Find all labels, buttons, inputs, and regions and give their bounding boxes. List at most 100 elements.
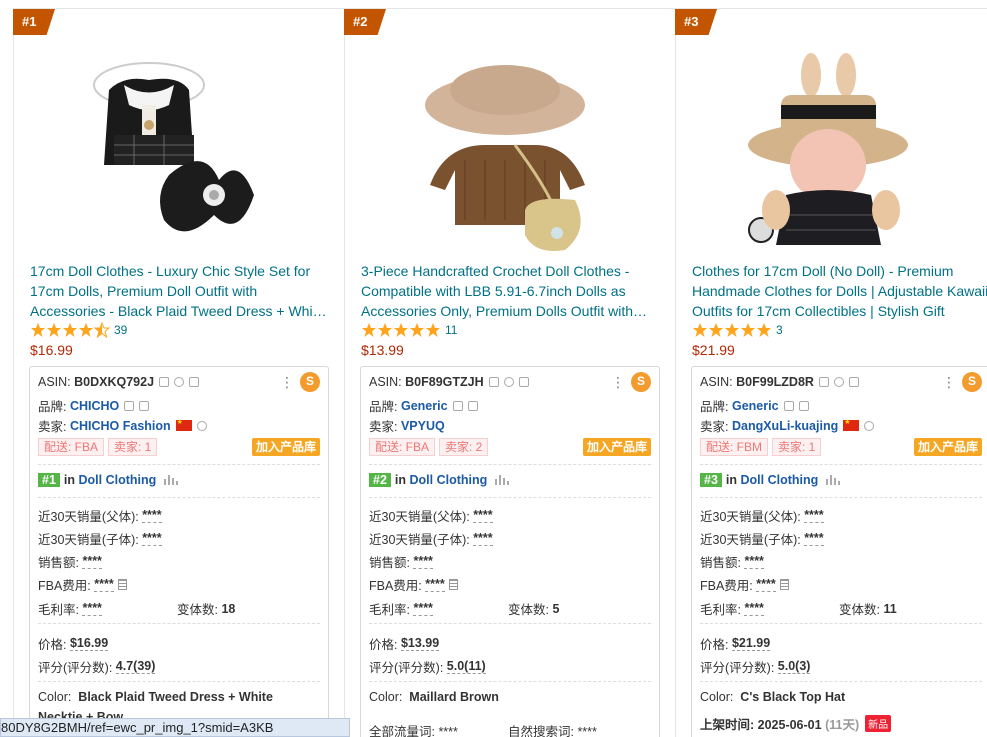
- add-to-library-button[interactable]: 加入产品库: [913, 438, 982, 456]
- plugin-logo-icon[interactable]: [300, 372, 320, 392]
- share-icon[interactable]: [518, 377, 529, 387]
- fba-row: FBA费用: ****: [38, 575, 127, 594]
- brand-label: 品牌:: [369, 400, 398, 414]
- divider: [38, 464, 320, 465]
- share-icon[interactable]: [189, 377, 200, 387]
- variants-label: 变体数:: [177, 603, 218, 617]
- product-title[interactable]: 3-Piece Handcrafted Crochet Doll Clothes…: [361, 261, 661, 321]
- rank-ribbon: #1: [13, 9, 55, 35]
- color-value: Maillard Brown: [409, 690, 499, 704]
- revenue-label: 销售额:: [369, 556, 410, 570]
- brand-link[interactable]: CHICHO: [70, 399, 119, 413]
- organic-words: 自然搜索词: ****: [508, 725, 597, 737]
- sales30-child-value: ****: [473, 531, 493, 546]
- share-icon[interactable]: [848, 377, 859, 387]
- chart-icon[interactable]: [495, 475, 510, 485]
- asin-row: ASIN: B0F89GTZJH: [369, 375, 529, 389]
- price-row: 价格: $16.99: [38, 634, 109, 653]
- seller-count-tag: 卖家: 2: [439, 438, 489, 456]
- product-title[interactable]: 17cm Doll Clothes - Luxury Chic Style Se…: [30, 261, 330, 321]
- sales30-child-value: ****: [142, 531, 162, 546]
- divider: [38, 497, 320, 498]
- seller-label: 卖家:: [38, 420, 67, 434]
- fba-row: FBA费用: ****: [700, 575, 789, 594]
- seller-link[interactable]: CHICHO Fashion: [70, 419, 171, 433]
- brand-row: 品牌: CHICHO: [38, 396, 150, 415]
- calculator-icon[interactable]: [448, 579, 458, 590]
- more-icon[interactable]: ⋮: [611, 375, 625, 389]
- asin-value[interactable]: B0F99LZD8R: [736, 375, 814, 389]
- margin-value: ****: [744, 601, 764, 616]
- score-row: 评分(评分数): 5.0(11): [369, 657, 486, 676]
- location-icon[interactable]: [196, 420, 207, 431]
- more-icon[interactable]: ⋮: [280, 375, 294, 389]
- brand-label: 品牌:: [38, 400, 67, 414]
- copy-icon[interactable]: [124, 400, 135, 411]
- copy-icon[interactable]: [159, 377, 170, 387]
- location-icon[interactable]: [833, 377, 844, 387]
- color-value: Black Plaid Tweed Dress + White: [78, 690, 273, 704]
- location-icon[interactable]: [503, 377, 514, 387]
- star-rating: [30, 322, 110, 338]
- seller-link[interactable]: DangXuLi-kuajing: [732, 419, 838, 433]
- category-link[interactable]: Doll Clothing: [79, 473, 157, 487]
- plugin-logo-icon[interactable]: [962, 372, 982, 392]
- rating[interactable]: 11: [361, 321, 457, 339]
- asin-label: ASIN:: [38, 375, 71, 389]
- margin-value: ****: [82, 601, 102, 616]
- calculator-icon[interactable]: [779, 579, 789, 590]
- revenue-value: ****: [744, 554, 764, 569]
- product-title[interactable]: Clothes for 17cm Doll (No Doll) - Premiu…: [692, 261, 987, 321]
- rating-count[interactable]: 3: [776, 323, 783, 337]
- product-image[interactable]: [54, 45, 304, 263]
- rating[interactable]: 39: [30, 321, 127, 339]
- more-icon[interactable]: ⋮: [942, 375, 956, 389]
- share-icon[interactable]: [139, 400, 150, 411]
- asin-value[interactable]: B0F89GTZJH: [405, 375, 484, 389]
- margin-row: 毛利率: ****: [38, 599, 102, 618]
- sales30-parent-row: 近30天销量(父体): ****: [38, 506, 162, 525]
- sales30-child-row: 近30天销量(子体): ****: [700, 529, 824, 548]
- category-link[interactable]: Doll Clothing: [410, 473, 488, 487]
- share-icon[interactable]: [798, 400, 809, 411]
- copy-icon[interactable]: [818, 377, 829, 387]
- copy-icon[interactable]: [452, 400, 463, 411]
- color-label: Color:: [38, 690, 72, 704]
- add-to-library-button[interactable]: 加入产品库: [582, 438, 651, 456]
- product-image[interactable]: [385, 45, 635, 263]
- copy-icon[interactable]: [783, 400, 794, 411]
- asin-value[interactable]: B0DXKQ792J: [74, 375, 154, 389]
- brand-row: 品牌: Generic: [700, 396, 809, 415]
- rating[interactable]: 3: [692, 321, 783, 339]
- share-icon[interactable]: [467, 400, 478, 411]
- add-to-library-button[interactable]: 加入产品库: [251, 438, 320, 456]
- shipping-tag: 配送: FBA: [369, 438, 436, 456]
- sales30-parent-label: 近30天销量(父体):: [38, 510, 139, 524]
- bsr-badge: #2: [369, 473, 391, 487]
- seller-link[interactable]: VPYUQ: [401, 419, 445, 433]
- rating-count[interactable]: 39: [114, 323, 127, 337]
- fba-row: FBA费用: ****: [369, 575, 458, 594]
- copy-icon[interactable]: [488, 377, 499, 387]
- product-card: #1 17cm Doll Clothes - Luxury Chic Style…: [13, 9, 345, 737]
- divider: [38, 681, 320, 682]
- category-link[interactable]: Doll Clothing: [741, 473, 819, 487]
- revenue-label: 销售额:: [700, 556, 741, 570]
- fba-value: ****: [94, 577, 114, 592]
- divider: [369, 464, 651, 465]
- chart-icon[interactable]: [164, 475, 179, 485]
- brand-link[interactable]: Generic: [401, 399, 448, 413]
- plugin-logo-icon[interactable]: [631, 372, 651, 392]
- sales30-child-row: 近30天销量(子体): ****: [369, 529, 493, 548]
- score-label: 评分(评分数):: [700, 661, 775, 675]
- product-image[interactable]: [716, 45, 966, 263]
- location-icon[interactable]: [864, 420, 875, 431]
- calculator-icon[interactable]: [117, 579, 127, 590]
- price-row: 价格: $13.99: [369, 634, 440, 653]
- bsr-row: #2 in Doll Clothing: [369, 473, 510, 487]
- brand-link[interactable]: Generic: [732, 399, 779, 413]
- chart-icon[interactable]: [826, 475, 841, 485]
- rating-count[interactable]: 11: [445, 323, 457, 337]
- divider: [700, 497, 982, 498]
- location-icon[interactable]: [174, 377, 185, 387]
